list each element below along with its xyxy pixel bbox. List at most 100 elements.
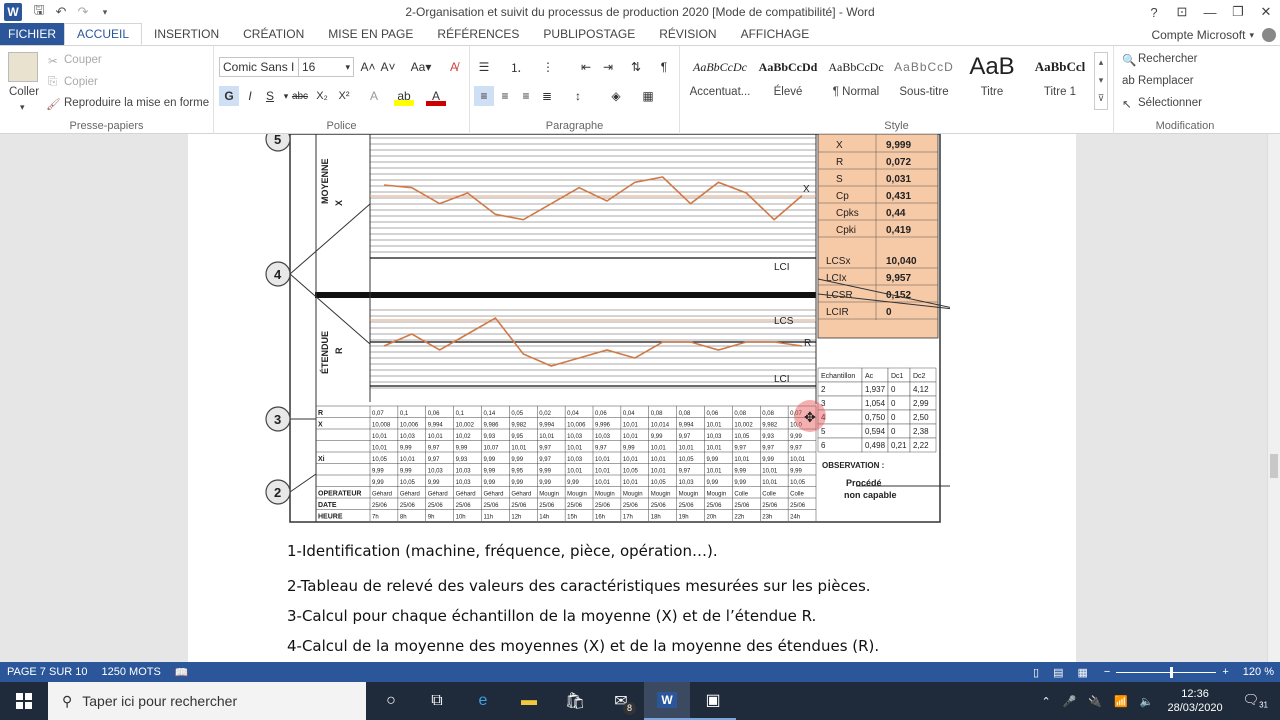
styles-scroll[interactable]: ▴ ▾ ⊽	[1094, 52, 1108, 110]
format-painter-button[interactable]: Reproduire la mise en forme	[64, 97, 209, 109]
control-chart-svg: MOYENNE XÉTENDUE RXLCILCSRLCIX 9,999R 0,072S…	[265, 134, 950, 523]
bullets-icon[interactable]: ☰	[474, 57, 494, 77]
tab-creation[interactable]: CRÉATION	[231, 23, 316, 45]
clear-formatting-icon[interactable]: A̸	[444, 57, 464, 77]
close-icon[interactable]: ✕	[1252, 0, 1280, 24]
font-color-icon[interactable]: A	[426, 86, 446, 106]
justify-icon[interactable]: ≣	[537, 86, 557, 106]
tab-accueil[interactable]: ACCUEIL	[64, 23, 143, 45]
highlight-color-icon[interactable]: ab	[394, 86, 414, 106]
tab-mise-en-page[interactable]: MISE EN PAGE	[316, 23, 425, 45]
table-cell: 0,04	[623, 411, 635, 417]
avatar[interactable]	[1262, 28, 1276, 42]
paste-icon[interactable]	[8, 52, 38, 82]
read-mode-icon[interactable]: ▯	[1033, 666, 1039, 679]
zoom-slider[interactable]	[1116, 666, 1217, 678]
style-eleve[interactable]: AaBbCcDd Élevé	[754, 52, 822, 110]
microphone-icon[interactable]: 🎤	[1057, 695, 1083, 708]
page-count[interactable]: PAGE 7 SUR 10	[0, 666, 95, 678]
mail-icon[interactable]: ✉ 8	[598, 682, 644, 720]
tray-overflow-icon[interactable]: ⌃	[1035, 695, 1056, 708]
power-icon[interactable]: 🔌	[1082, 695, 1108, 708]
shading-icon[interactable]: ◈	[606, 86, 626, 106]
align-center-icon[interactable]: ≡	[495, 86, 515, 106]
redo-icon[interactable]: ↷	[72, 1, 94, 23]
decrease-indent-icon[interactable]: ⇤	[576, 57, 596, 77]
help-icon[interactable]: ?	[1140, 0, 1168, 24]
text-effects-icon[interactable]: A	[364, 86, 384, 106]
app-window-icon[interactable]: ▣	[690, 682, 736, 720]
zoom-in-icon[interactable]: +	[1222, 666, 1228, 678]
chevron-down-icon[interactable]: ▾	[20, 102, 25, 113]
align-left-icon[interactable]: ≡	[474, 86, 494, 106]
minimize-icon[interactable]: —	[1196, 0, 1224, 24]
style-normal[interactable]: AaBbCcDc ¶ Normal	[822, 52, 890, 110]
web-layout-icon[interactable]: ▦	[1078, 666, 1088, 679]
tab-fichier[interactable]: FICHIER	[0, 23, 64, 45]
vertical-scrollbar[interactable]	[1267, 134, 1280, 662]
italic-button[interactable]: I	[240, 86, 260, 106]
edge-icon[interactable]: e	[460, 682, 506, 720]
copy-button[interactable]: Copier	[64, 76, 98, 88]
windows-start-icon[interactable]	[0, 682, 48, 720]
save-icon[interactable]: 🖫	[28, 1, 50, 23]
document-page[interactable]: MOYENNE X ÉTENDUE R X LCI LCS R LCI X 9,999 R 0,072 S…	[188, 134, 1076, 662]
notifications-icon[interactable]: 🗨31	[1231, 692, 1280, 710]
line-spacing-icon[interactable]: ↕	[568, 86, 588, 106]
show-marks-icon[interactable]: ¶	[654, 57, 674, 77]
change-case-icon[interactable]: Aa▾	[406, 57, 436, 77]
increase-indent-icon[interactable]: ⇥	[598, 57, 618, 77]
numbering-icon[interactable]: ⒈	[506, 57, 526, 77]
align-right-icon[interactable]: ≡	[516, 86, 536, 106]
volume-icon[interactable]: 🔈	[1134, 695, 1160, 708]
replace-button[interactable]: Remplacer	[1138, 75, 1194, 87]
font-group: Comic Sans I 16 ▾ A˄ A˅ Aa▾ A̸ G I S ▾ ab…	[214, 46, 470, 134]
style-titre[interactable]: AaB Titre	[958, 52, 1026, 110]
borders-icon[interactable]: ▦	[638, 86, 658, 106]
bold-button[interactable]: G	[219, 86, 239, 106]
subscript-button[interactable]: X₂	[312, 86, 332, 106]
tab-references[interactable]: RÉFÉRENCES	[425, 23, 531, 45]
paste-button[interactable]: Coller	[9, 86, 39, 98]
system-tray: ⌃ 🎤 🔌 📶 🔈 12:36 28/03/2020 🗨31	[1035, 682, 1280, 720]
tab-revision[interactable]: RÉVISION	[647, 23, 728, 45]
zoom-level[interactable]: 120 %	[1243, 666, 1274, 678]
restore-icon[interactable]: ❐	[1224, 0, 1252, 24]
cortana-icon[interactable]: ○	[368, 682, 414, 720]
task-view-icon[interactable]: ⧉	[414, 682, 460, 720]
zoom-out-icon[interactable]: −	[1104, 666, 1110, 678]
customize-quick-access-icon[interactable]: ▾	[94, 1, 116, 23]
scrollbar-thumb[interactable]	[1270, 454, 1278, 478]
undo-icon[interactable]: ↶	[50, 1, 72, 23]
word-count[interactable]: 1250 MOTS	[95, 666, 168, 678]
tab-insertion[interactable]: INSERTION	[142, 23, 231, 45]
account-button[interactable]: Compte Microsoft ▾	[1151, 24, 1280, 46]
font-size-select[interactable]: 16 ▾	[298, 57, 354, 77]
style-sous-titre[interactable]: AaBbCcD Sous-titre	[890, 52, 958, 110]
tab-publipostage[interactable]: PUBLIPOSTAGE	[531, 23, 647, 45]
shrink-font-icon[interactable]: A˅	[378, 57, 398, 77]
superscript-button[interactable]: X²	[334, 86, 354, 106]
word-logo-icon[interactable]: W	[4, 3, 22, 21]
multilevel-list-icon[interactable]: ⋮	[538, 57, 558, 77]
store-icon[interactable]: 🛍	[552, 682, 598, 720]
cut-button[interactable]: Couper	[64, 54, 102, 66]
ribbon-display-options-icon[interactable]: ⊡	[1168, 0, 1196, 24]
wifi-icon[interactable]: 📶	[1108, 695, 1134, 708]
zoom-slider-thumb[interactable]	[1170, 666, 1174, 678]
style-titre-1[interactable]: AaBbCcl Titre 1	[1026, 52, 1094, 110]
sort-icon[interactable]: ⇅	[626, 57, 646, 77]
strikethrough-button[interactable]: abc	[290, 86, 310, 106]
print-layout-icon[interactable]: ▤	[1053, 666, 1063, 679]
tab-affichage[interactable]: AFFICHAGE	[729, 23, 822, 45]
grow-font-icon[interactable]: A˄	[358, 57, 378, 77]
word-taskbar-icon[interactable]: W	[644, 682, 690, 720]
select-button[interactable]: Sélectionner	[1138, 97, 1202, 109]
style-accentuation[interactable]: AaBbCcDc Accentuat...	[686, 52, 754, 110]
clock[interactable]: 12:36 28/03/2020	[1160, 687, 1231, 715]
find-button[interactable]: Rechercher	[1138, 53, 1197, 65]
file-explorer-icon[interactable]: ▬	[506, 682, 552, 720]
font-family-select[interactable]: Comic Sans I	[219, 57, 299, 77]
proofing-icon[interactable]: 📖	[168, 666, 196, 679]
taskbar-search-input[interactable]: ⚲ Taper ici pour rechercher	[48, 682, 366, 720]
